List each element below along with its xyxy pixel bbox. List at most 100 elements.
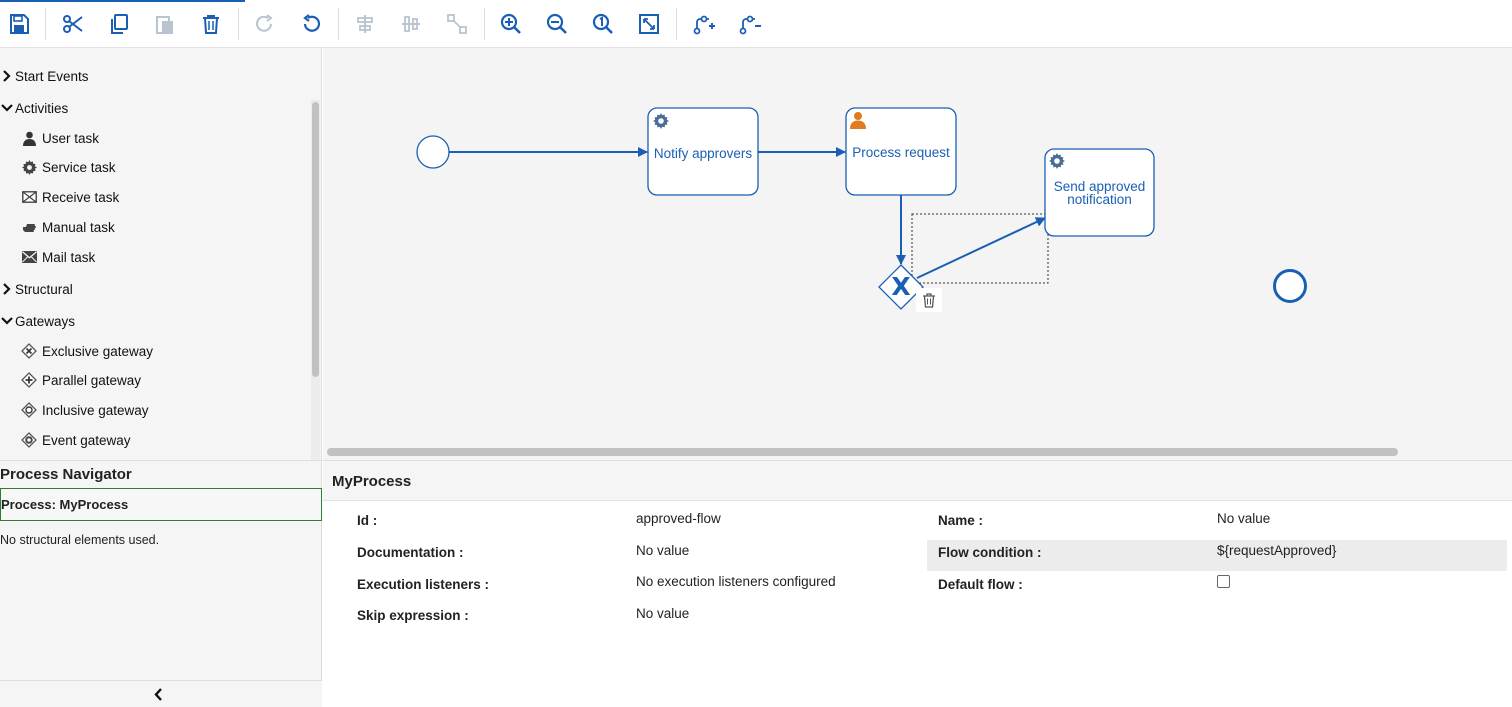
default-flow-checkbox[interactable]: [1217, 575, 1230, 588]
scrollbar-thumb[interactable]: [327, 448, 1398, 456]
copy-button[interactable]: [104, 9, 134, 39]
prop-value-execution-listeners[interactable]: No execution listeners configured: [636, 574, 836, 589]
zoom-in-button[interactable]: [496, 9, 526, 39]
palette-item-manual-task[interactable]: Manual task: [20, 217, 115, 237]
sequence-flow-approved[interactable]: [916, 217, 1046, 279]
gear-icon: [20, 158, 38, 176]
align-vertical-button[interactable]: [350, 9, 380, 39]
start-event[interactable]: [416, 135, 450, 169]
prop-label-id: Id :: [357, 513, 378, 528]
add-bendpoint-button[interactable]: [689, 9, 719, 39]
trash-icon: [923, 292, 935, 308]
save-button[interactable]: [4, 9, 34, 39]
palette-item-label: Manual task: [42, 219, 115, 235]
event-gateway-icon: [20, 431, 38, 449]
align-horizontal-icon: [402, 16, 420, 32]
remove-bendpoint-button[interactable]: [735, 9, 765, 39]
prop-value-skip-expression[interactable]: No value: [636, 606, 689, 621]
zoom-actual-button[interactable]: [588, 9, 618, 39]
task-label: Notify approvers: [653, 146, 753, 161]
cut-icon: [63, 15, 83, 33]
copy-icon: [111, 14, 128, 34]
palette-item-label: Mail task: [42, 249, 96, 265]
chevron-left-icon: [154, 687, 162, 701]
same-size-icon: [447, 14, 467, 34]
process-navigator-panel: Process Navigator Process: MyProcess No …: [0, 460, 322, 707]
zoom-fit-button[interactable]: [634, 9, 664, 39]
parallel-gateway-icon: [20, 371, 38, 389]
task-label: Send approved notification: [1053, 178, 1146, 207]
palette-item-label: Receive task: [42, 189, 120, 205]
palette-item-label: Parallel gateway: [42, 372, 142, 388]
scrollbar-thumb[interactable]: [312, 102, 319, 377]
toolbar-separator: [45, 8, 46, 40]
canvas-horizontal-scrollbar[interactable]: [325, 447, 1510, 457]
zoom-out-button[interactable]: [542, 9, 572, 39]
palette-item-event-gateway[interactable]: Event gateway: [20, 430, 131, 450]
zoom-actual-icon: [592, 13, 613, 34]
toolbar-accent-line: [0, 0, 245, 2]
envelope-icon: [20, 188, 38, 206]
palette-item-inclusive-gateway[interactable]: Inclusive gateway: [20, 400, 149, 420]
chevron-down-icon: [0, 316, 14, 326]
palette-item-exclusive-gateway[interactable]: Exclusive gateway: [20, 341, 153, 361]
navigator-process-item[interactable]: Process: MyProcess: [0, 488, 322, 521]
diagram-canvas[interactable]: Notify approvers Process request Send ap…: [323, 48, 1512, 460]
palette-group-start-events[interactable]: Start Events: [0, 66, 89, 86]
chevron-right-icon: [0, 70, 14, 82]
end-event[interactable]: [1273, 269, 1307, 303]
inclusive-gateway-icon: [20, 401, 38, 419]
palette-group-gateways[interactable]: Gateways: [0, 311, 75, 331]
prop-label-documentation: Documentation :: [357, 545, 464, 560]
undo-button[interactable]: [296, 9, 326, 39]
chevron-right-icon: [0, 283, 14, 295]
palette-item-user-task[interactable]: User task: [20, 128, 99, 148]
same-size-button[interactable]: [442, 9, 472, 39]
zoom-out-icon: [546, 13, 567, 34]
palette-item-service-task[interactable]: Service task: [20, 157, 116, 177]
prop-value-name[interactable]: No value: [1217, 511, 1270, 526]
align-horizontal-button[interactable]: [396, 9, 426, 39]
toolbar: [0, 0, 1512, 48]
palette-scrollbar[interactable]: [311, 100, 320, 460]
palette-panel: Start Events Activities User task Servic…: [0, 48, 322, 460]
toolbar-separator: [484, 8, 485, 40]
delete-element-button[interactable]: [916, 288, 942, 312]
add-bendpoint-icon: [693, 15, 715, 35]
prop-label-name: Name :: [938, 513, 984, 528]
palette-item-label: Service task: [42, 159, 116, 175]
prop-label-flow-condition: Flow condition :: [938, 545, 1042, 560]
prop-value-id[interactable]: approved-flow: [636, 511, 721, 526]
properties-header: MyProcess: [323, 461, 1512, 501]
properties-title: MyProcess: [332, 473, 412, 490]
palette-item-receive-task[interactable]: Receive task: [20, 187, 119, 207]
prop-value-documentation[interactable]: No value: [636, 543, 689, 558]
toolbar-separator: [676, 8, 677, 40]
paste-button[interactable]: [150, 9, 180, 39]
user-icon: [20, 129, 38, 147]
prop-value-flow-condition[interactable]: ${requestApproved}: [1217, 543, 1336, 558]
toolbar-separator: [238, 8, 239, 40]
palette-item-mail-task[interactable]: Mail task: [20, 247, 95, 267]
palette-group-label: Activities: [15, 100, 69, 116]
prop-label-default-flow: Default flow :: [938, 577, 1023, 592]
redo-icon: [256, 14, 273, 32]
palette-group-activities[interactable]: Activities: [0, 98, 68, 118]
navigator-footer: [0, 680, 322, 707]
prop-label-skip-expression: Skip expression :: [357, 608, 469, 623]
redo-button[interactable]: [250, 9, 280, 39]
exclusive-gateway-icon: [20, 342, 38, 360]
palette-group-label: Start Events: [15, 68, 89, 84]
cut-button[interactable]: [58, 9, 88, 39]
palette-group-structural[interactable]: Structural: [0, 279, 73, 299]
palette-item-parallel-gateway[interactable]: Parallel gateway: [20, 370, 141, 390]
palette-group-label: Gateways: [15, 313, 76, 329]
zoom-fit-icon: [639, 14, 659, 34]
palette-group-label: Structural: [15, 281, 73, 297]
undo-icon: [303, 14, 321, 32]
prop-label-execution-listeners: Execution listeners :: [357, 577, 490, 592]
toolbar-separator: [338, 8, 339, 40]
align-vertical-icon: [357, 15, 373, 33]
collapse-button[interactable]: [150, 686, 166, 702]
delete-button[interactable]: [196, 9, 226, 39]
